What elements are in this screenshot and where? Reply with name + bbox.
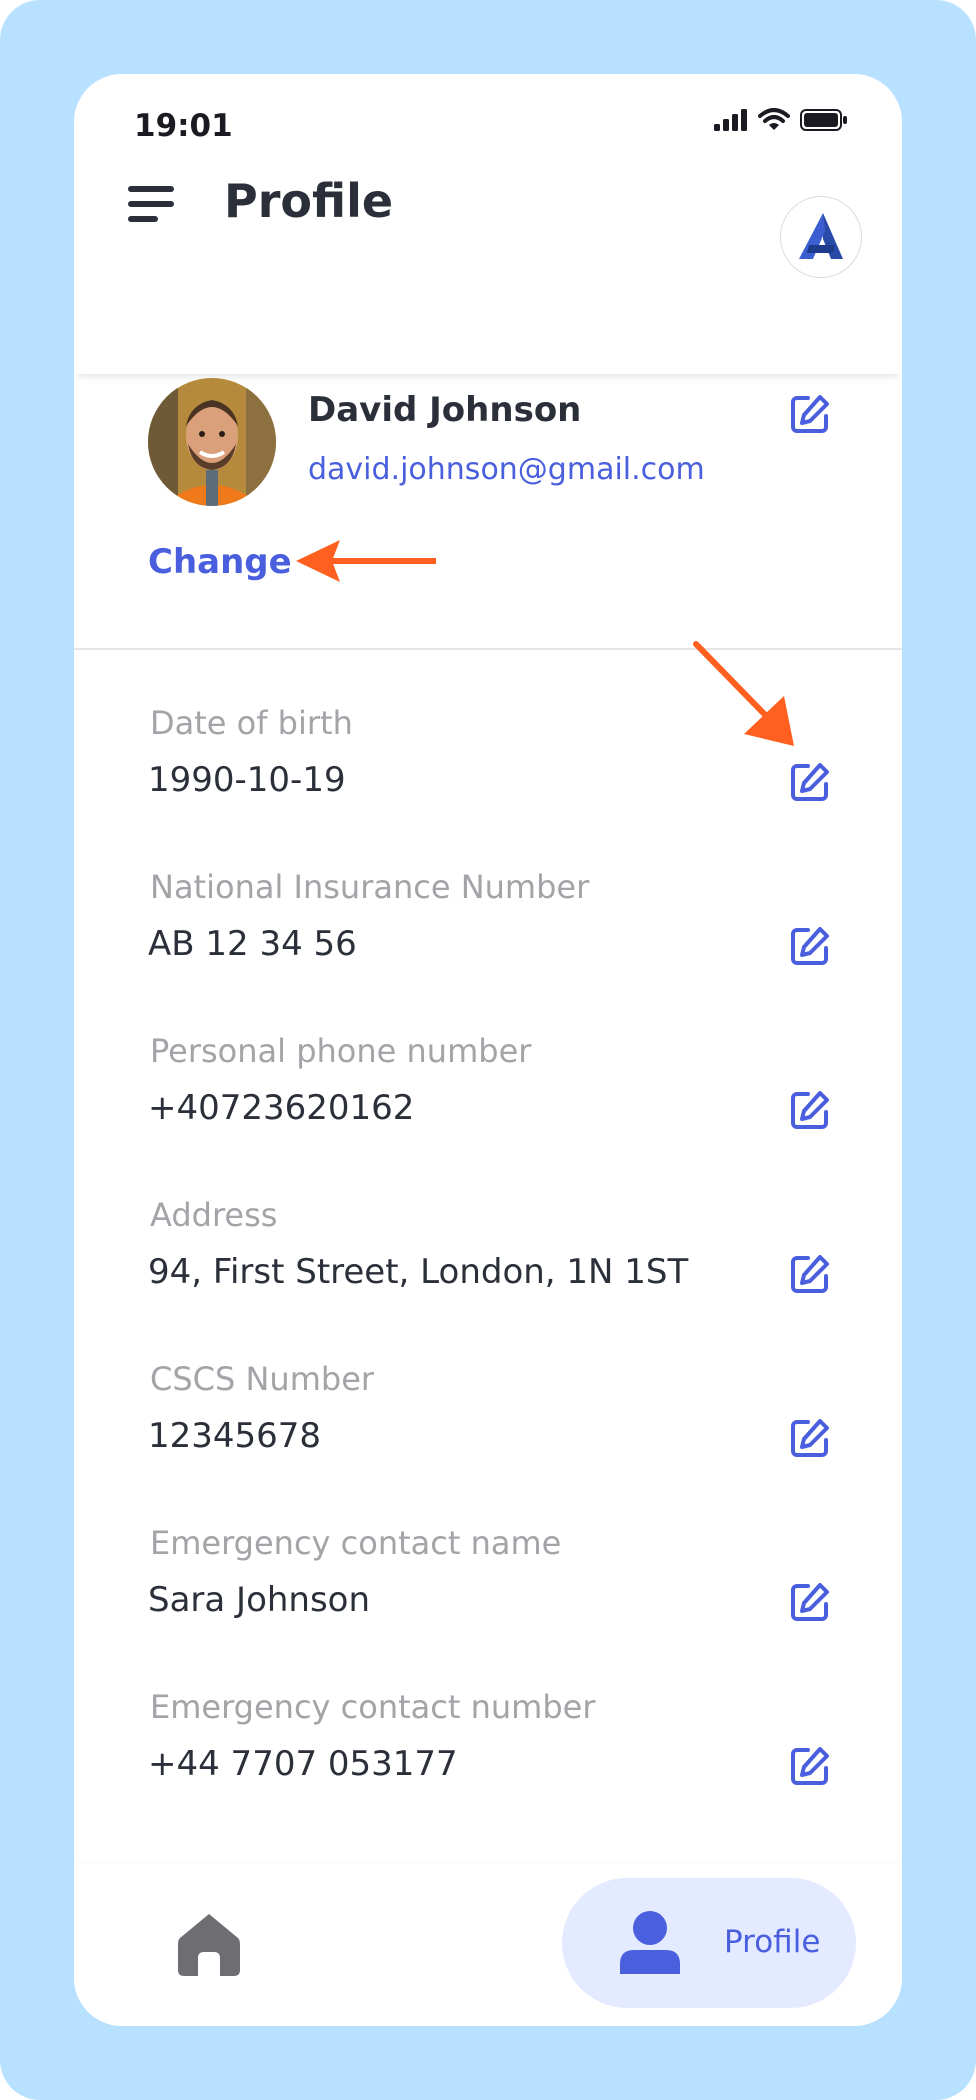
wifi-icon <box>758 108 790 130</box>
edit-icon <box>791 1255 829 1293</box>
app-logo[interactable] <box>780 196 862 278</box>
edit-icon <box>791 395 829 433</box>
status-time: 19:01 <box>134 108 233 144</box>
change-photo-link[interactable]: Change <box>148 542 292 582</box>
edit-address-button[interactable] <box>788 1252 832 1296</box>
field-value-cscs-number: 12345678 <box>148 1416 322 1456</box>
menu-button[interactable] <box>128 186 176 226</box>
annotation-arrow-diagonal <box>693 641 794 746</box>
app-header <box>74 180 902 374</box>
edit-national-insurance-button[interactable] <box>788 924 832 968</box>
edit-icon <box>791 763 829 801</box>
edit-icon <box>791 1091 829 1129</box>
nav-profile-tab[interactable]: Profile <box>562 1878 856 2008</box>
field-value-address: 94, First Street, London, 1N 1ST <box>148 1252 689 1292</box>
field-value-emergency-contact-number: +44 7707 053177 <box>148 1744 458 1784</box>
page-title: Profile <box>224 174 394 228</box>
field-label-date-of-birth: Date of birth <box>150 704 353 742</box>
edit-icon <box>791 927 829 965</box>
menu-line-top <box>128 186 174 192</box>
field-value-national-insurance: AB 12 34 56 <box>148 924 357 964</box>
field-value-date-of-birth: 1990-10-19 <box>148 760 346 800</box>
field-label-personal-phone: Personal phone number <box>150 1032 532 1070</box>
field-label-emergency-contact-number: Emergency contact number <box>150 1688 596 1726</box>
logo-icon <box>799 213 843 259</box>
menu-line-bottom <box>128 216 158 222</box>
edit-emergency-contact-name-button[interactable] <box>788 1580 832 1624</box>
field-label-cscs-number: CSCS Number <box>150 1360 375 1398</box>
phone-screen: 19:01 Profile David Johnson david.johnso… <box>74 74 902 2026</box>
annotation-arrow-left <box>296 540 436 582</box>
edit-personal-phone-button[interactable] <box>788 1088 832 1132</box>
battery-icon <box>800 109 847 131</box>
nav-home-button[interactable] <box>178 1912 240 1976</box>
edit-cscs-number-button[interactable] <box>788 1416 832 1460</box>
edit-icon <box>791 1747 829 1785</box>
edit-profile-button[interactable] <box>788 392 832 436</box>
user-icon <box>620 1911 680 1974</box>
nav-profile-label: Profile <box>724 1924 821 1960</box>
field-label-national-insurance: National Insurance Number <box>150 868 590 906</box>
avatar <box>148 378 276 506</box>
field-label-address: Address <box>150 1196 278 1234</box>
avatar-photo <box>148 378 276 506</box>
edit-icon <box>791 1583 829 1621</box>
user-email[interactable]: david.johnson@gmail.com <box>308 452 705 487</box>
home-icon <box>178 1914 240 1976</box>
field-value-emergency-contact-name: Sara Johnson <box>148 1580 371 1620</box>
user-name: David Johnson <box>308 390 582 430</box>
status-icons <box>714 108 848 132</box>
edit-emergency-contact-number-button[interactable] <box>788 1744 832 1788</box>
field-value-personal-phone: +40723620162 <box>148 1088 415 1128</box>
edit-icon <box>791 1419 829 1457</box>
edit-date-of-birth-button[interactable] <box>788 760 832 804</box>
bottom-nav: Profile <box>74 1864 902 2026</box>
screenshot-frame: 19:01 Profile David Johnson david.johnso… <box>0 0 976 2100</box>
signal-icon <box>714 109 747 131</box>
menu-line-middle <box>128 201 174 207</box>
field-label-emergency-contact-name: Emergency contact name <box>150 1524 562 1562</box>
